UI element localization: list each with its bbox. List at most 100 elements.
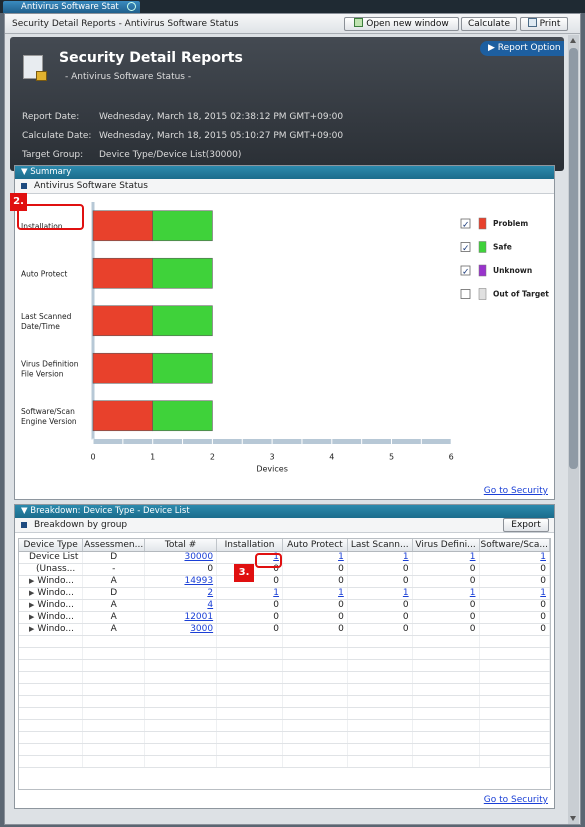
table-row[interactable]: ▶ Windo... A 14993 0 0 0 0 0 xyxy=(19,575,550,588)
table-row[interactable] xyxy=(19,707,550,720)
table-row[interactable] xyxy=(19,671,550,684)
count-link[interactable]: 4 xyxy=(207,600,213,610)
cell-value: D xyxy=(110,552,118,562)
table-row[interactable] xyxy=(19,719,550,732)
count-link[interactable]: 3000 xyxy=(190,624,213,634)
vertical-scrollbar[interactable] xyxy=(568,35,579,824)
data-cell: 0 xyxy=(282,611,348,624)
report-option-button[interactable]: ▶ Report Option xyxy=(480,41,564,56)
breakdown-table-container: Device Type Assessmen... Total # Installati… xyxy=(18,538,551,790)
empty-cell xyxy=(82,731,146,744)
go-to-security-link[interactable]: Go to Security xyxy=(484,795,548,805)
tab-antivirus-software-status[interactable]: Antivirus Software Stat xyxy=(3,1,140,13)
count-link[interactable]: 14993 xyxy=(184,576,213,586)
empty-cell xyxy=(82,659,146,672)
summary-subheader: Antivirus Software Status xyxy=(15,179,554,194)
table-row[interactable]: ▶ Windo... A 4 0 0 0 0 0 xyxy=(19,599,550,612)
column-header[interactable]: Virus Defini... xyxy=(412,539,480,552)
empty-cell xyxy=(347,659,413,672)
empty-cell xyxy=(144,755,218,768)
empty-cell xyxy=(144,647,218,660)
breakdown-subheader: Breakdown by group Export xyxy=(15,518,554,533)
device-type-label: Windo... xyxy=(37,576,74,586)
open-new-window-button[interactable]: Open new window xyxy=(344,17,459,31)
refresh-icon[interactable] xyxy=(127,2,136,11)
data-cell: 0 xyxy=(479,575,550,588)
calculate-date-label: Calculate Date: xyxy=(22,131,92,141)
empty-cell xyxy=(282,683,348,696)
table-row[interactable]: Device List D 30000 1 1 1 1 1 xyxy=(19,551,550,564)
expand-icon[interactable]: ▶ xyxy=(29,601,34,609)
count-link[interactable]: 1 xyxy=(403,552,409,562)
calculate-button[interactable]: Calculate xyxy=(461,17,517,31)
scrollbar-thumb[interactable] xyxy=(569,48,578,469)
empty-cell xyxy=(347,635,413,648)
table-row[interactable] xyxy=(19,635,550,648)
go-to-security-link[interactable]: Go to Security xyxy=(484,486,548,496)
legend-swatch xyxy=(478,217,487,230)
data-cell: 0 xyxy=(144,563,218,576)
device-type-label: (Unass... xyxy=(36,564,76,574)
scroll-down-icon[interactable] xyxy=(570,816,576,821)
cell-value: 0 xyxy=(338,612,344,622)
column-header[interactable]: Auto Protect xyxy=(282,539,348,552)
expand-icon[interactable]: ▶ xyxy=(29,589,34,597)
legend-checkbox xyxy=(460,289,471,299)
empty-cell xyxy=(144,743,218,756)
table-row[interactable] xyxy=(19,695,550,708)
table-row[interactable] xyxy=(19,731,550,744)
count-link[interactable]: 1 xyxy=(338,588,344,598)
expand-icon[interactable]: ▶ xyxy=(29,613,34,621)
data-cell: 14993 xyxy=(144,575,218,588)
empty-cell xyxy=(479,647,550,660)
cell-value: 0 xyxy=(338,600,344,610)
empty-cell xyxy=(144,671,218,684)
table-row[interactable] xyxy=(19,683,550,696)
summary-panel-header[interactable]: ▼ Summary xyxy=(15,166,554,179)
count-link[interactable]: 1 xyxy=(540,552,546,562)
table-row[interactable] xyxy=(19,647,550,660)
empty-cell xyxy=(479,671,550,684)
count-link[interactable]: 30000 xyxy=(184,552,213,562)
expand-icon[interactable]: ▶ xyxy=(29,625,34,633)
legend-swatch xyxy=(478,288,487,300)
cell-value: - xyxy=(112,564,116,574)
breakdown-panel-header[interactable]: ▼ Breakdown: Device Type - Device List xyxy=(15,505,554,518)
export-button[interactable]: Export xyxy=(503,518,549,532)
category-label: Auto Protect xyxy=(21,269,67,278)
data-cell: D xyxy=(82,551,146,564)
empty-cell xyxy=(282,695,348,708)
count-link[interactable]: 12001 xyxy=(184,612,213,622)
section-marker-icon xyxy=(21,522,27,528)
table-row[interactable]: ▶ Windo... A 3000 0 0 0 0 0 xyxy=(19,623,550,636)
window-title: Security Detail Reports - Antivirus Soft… xyxy=(12,19,239,29)
table-row[interactable] xyxy=(19,755,550,768)
print-button[interactable]: Print xyxy=(520,17,568,31)
data-cell: 0 xyxy=(282,599,348,612)
column-header[interactable]: Assessmen... xyxy=(82,539,146,552)
column-header[interactable]: Software/Sca... xyxy=(479,539,550,552)
expand-icon[interactable]: ▶ xyxy=(29,577,34,585)
column-header[interactable]: Last Scann... xyxy=(347,539,413,552)
count-link[interactable]: 1 xyxy=(403,588,409,598)
data-cell: 0 xyxy=(347,599,413,612)
empty-cell xyxy=(82,671,146,684)
count-link[interactable]: 1 xyxy=(540,588,546,598)
table-row[interactable]: ▶ Windo... D 2 1 1 1 1 1 xyxy=(19,587,550,600)
count-link[interactable]: 2 xyxy=(207,588,213,598)
scroll-up-icon[interactable] xyxy=(570,38,576,43)
table-row[interactable]: (Unass... -0 0 0 0 0 0 xyxy=(19,563,550,576)
table-row[interactable]: ▶ Windo... A 12001 0 0 0 0 0 xyxy=(19,611,550,624)
cell-value: 0 xyxy=(402,624,409,634)
count-link[interactable]: 1 xyxy=(273,588,279,598)
count-link[interactable]: 1 xyxy=(338,552,344,562)
count-link[interactable]: 1 xyxy=(470,552,476,562)
table-row[interactable] xyxy=(19,743,550,756)
empty-cell xyxy=(479,755,550,768)
bar-segment-safe xyxy=(152,305,213,337)
column-header[interactable]: Total # xyxy=(144,539,218,552)
column-header[interactable]: Device Type xyxy=(19,539,84,552)
count-link[interactable]: 1 xyxy=(470,588,476,598)
table-row[interactable] xyxy=(19,659,550,672)
column-header[interactable]: Installation xyxy=(216,539,283,552)
